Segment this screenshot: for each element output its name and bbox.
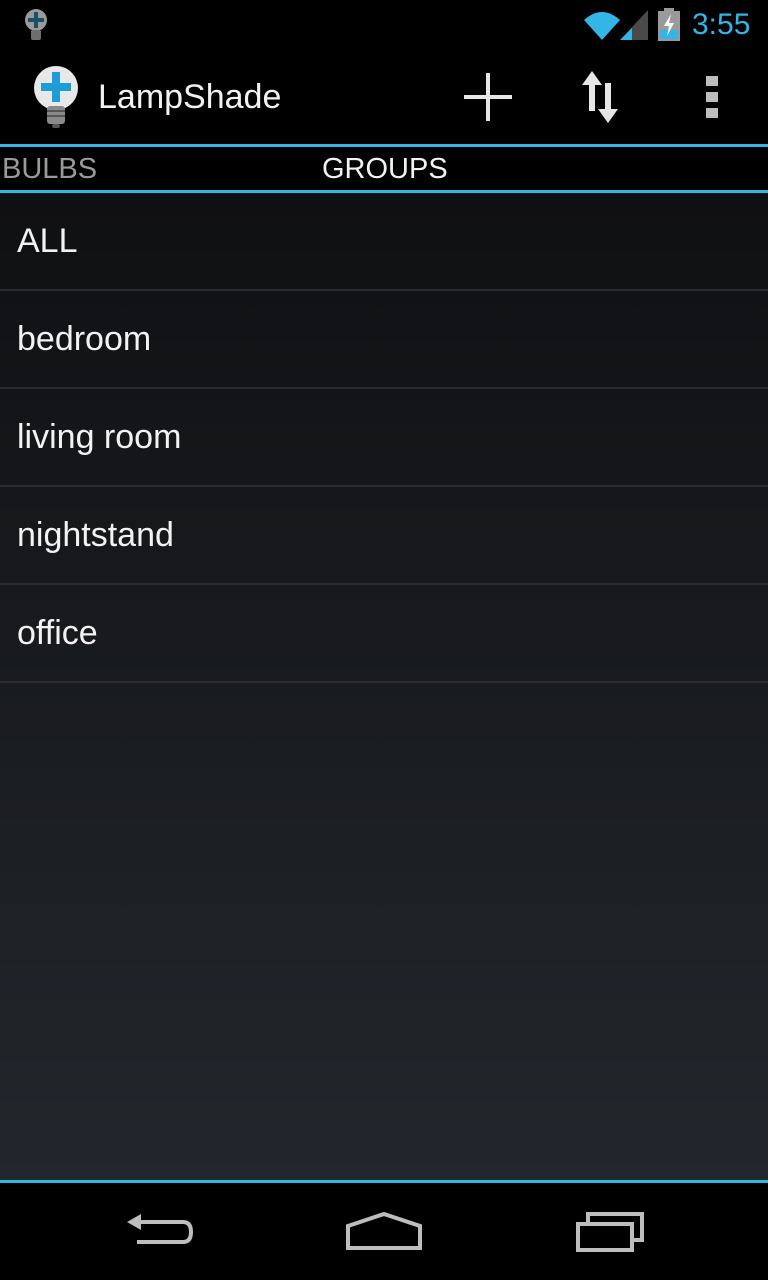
signal-icon <box>620 10 648 40</box>
home-icon <box>346 1211 422 1250</box>
groups-list-container: ALL bedroom living room nightstand offic… <box>0 193 768 1180</box>
overflow-menu-button[interactable] <box>664 50 760 144</box>
sort-icon <box>582 71 618 123</box>
list-item-bedroom[interactable]: bedroom <box>0 291 768 389</box>
lightbulb-notification-icon <box>25 9 47 40</box>
app-lightbulb-icon[interactable] <box>30 64 82 130</box>
list-item-living-room[interactable]: living room <box>0 389 768 487</box>
sort-button[interactable] <box>552 50 648 144</box>
overflow-menu-icon <box>706 76 718 118</box>
groups-list: ALL bedroom living room nightstand offic… <box>0 193 768 683</box>
add-icon <box>464 73 512 121</box>
add-group-button[interactable] <box>440 50 536 144</box>
battery-charging-icon <box>658 8 680 41</box>
navigation-bar <box>0 1183 768 1280</box>
tab-strip: BULBS GROUPS <box>0 144 768 193</box>
list-item-all[interactable]: ALL <box>0 193 768 291</box>
action-bar: LampShade <box>0 50 768 144</box>
status-bar: 3:55 <box>0 0 768 50</box>
recents-button[interactable] <box>540 1183 680 1280</box>
status-clock: 3:55 <box>692 8 751 41</box>
wifi-icon <box>584 12 620 40</box>
home-button[interactable] <box>314 1183 454 1280</box>
back-icon <box>127 1213 194 1244</box>
list-item-nightstand[interactable]: nightstand <box>0 487 768 585</box>
app-title: LampShade <box>98 78 282 116</box>
list-item-office[interactable]: office <box>0 585 768 683</box>
back-button[interactable] <box>90 1183 230 1280</box>
recents-icon <box>576 1211 644 1252</box>
tab-groups[interactable]: GROUPS <box>322 151 448 187</box>
tab-bulbs[interactable]: BULBS <box>2 151 97 187</box>
